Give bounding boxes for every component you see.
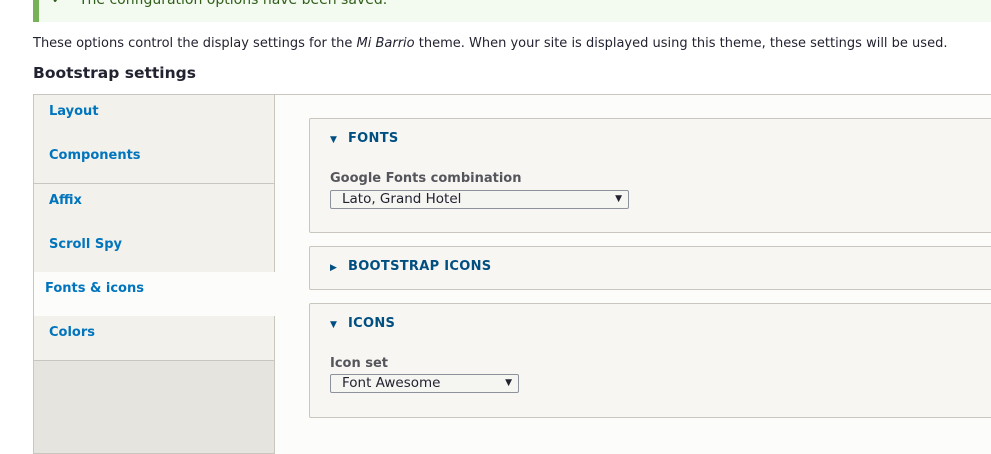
fonts-summary[interactable]: ▼ FONTS [330, 119, 399, 159]
tab-layout[interactable]: Layout [34, 95, 274, 140]
fonts-title: FONTS [348, 131, 399, 146]
icons-panel: ▼ ICONS Icon set Font Awesome ▼ [309, 303, 991, 418]
tab-affix[interactable]: Affix [34, 184, 274, 229]
status-message: ✔ The configuration options have been sa… [33, 0, 991, 22]
chevron-down-icon: ▼ [615, 194, 622, 204]
google-fonts-value: Lato, Grand Hotel [342, 191, 462, 207]
bootstrap-icons-panel: ▶ BOOTSTRAP ICONS [309, 246, 991, 290]
status-text: The configuration options have been save… [79, 0, 388, 8]
chevron-down-icon: ▼ [505, 378, 512, 388]
icon-set-value: Font Awesome [342, 375, 441, 391]
tab-scroll-spy[interactable]: Scroll Spy [34, 228, 274, 273]
fonts-panel: ▼ FONTS Google Fonts combination Lato, Gr… [309, 118, 991, 233]
page-section-title: Bootstrap settings [33, 64, 196, 82]
triangle-down-icon: ▼ [330, 320, 338, 330]
icons-title: ICONS [348, 316, 396, 331]
bootstrap-icons-title: BOOTSTRAP ICONS [348, 259, 492, 274]
theme-description: These options control the display settin… [33, 36, 947, 51]
vertical-tabs: Layout Components Affix Scroll Spy Fonts… [33, 94, 276, 454]
theme-name: Mi Barrio [356, 36, 415, 51]
icon-set-label: Icon set [330, 356, 389, 371]
icon-set-select[interactable]: Font Awesome ▼ [330, 374, 519, 393]
google-fonts-select[interactable]: Lato, Grand Hotel ▼ [330, 190, 629, 209]
tab-colors[interactable]: Colors [34, 316, 274, 361]
description-before: These options control the display settin… [33, 36, 357, 51]
bootstrap-icons-summary[interactable]: ▶ BOOTSTRAP ICONS [330, 247, 491, 287]
check-icon: ✔ [52, 0, 62, 6]
triangle-right-icon: ▶ [330, 263, 338, 273]
tab-components[interactable]: Components [34, 139, 274, 184]
icons-summary[interactable]: ▼ ICONS [330, 304, 395, 344]
tab-fonts-icons[interactable]: Fonts & icons [34, 272, 276, 317]
google-fonts-label: Google Fonts combination [330, 171, 522, 186]
description-after: theme. When your site is displayed using… [414, 36, 948, 51]
triangle-down-icon: ▼ [330, 135, 338, 145]
